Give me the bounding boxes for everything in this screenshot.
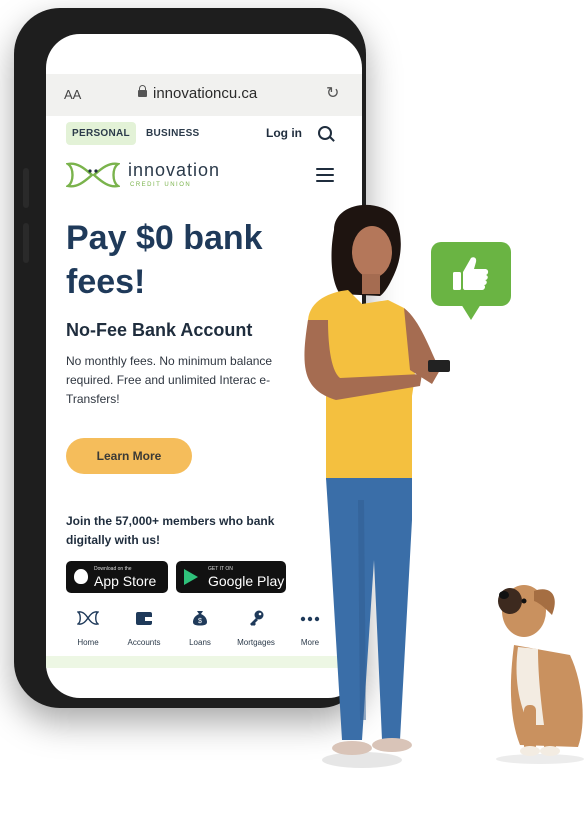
nav-item-loans[interactable]: $ Loans: [172, 610, 228, 650]
google-play-icon: [184, 569, 198, 585]
site-header: innovation CREDIT UNION: [46, 156, 362, 200]
app-store-small-text: Download on the: [94, 566, 132, 572]
browser-url-bar[interactable]: AA innovationcu.ca ↻: [46, 74, 362, 116]
apple-icon: [74, 569, 88, 584]
learn-more-button[interactable]: Learn More: [66, 438, 192, 474]
puppy-illustration: [496, 585, 584, 764]
wallet-icon: [136, 612, 152, 625]
lock-icon: [138, 85, 147, 97]
logo-wordmark: innovation: [128, 160, 221, 180]
google-play-small-text: GET IT ON: [208, 566, 233, 572]
app-store-badge[interactable]: Download on the App Store: [66, 561, 168, 593]
logo-tagline: CREDIT UNION: [130, 182, 192, 188]
money-bag-icon: $: [193, 611, 207, 626]
text-size-button[interactable]: AA: [64, 87, 81, 102]
tab-personal[interactable]: PERSONAL: [66, 122, 136, 145]
butterfly-icon: [77, 611, 99, 625]
nav-item-accounts[interactable]: Accounts: [116, 610, 172, 650]
hero-subtitle: No-Fee Bank Account: [66, 320, 253, 340]
butterfly-logo-icon[interactable]: [66, 160, 120, 190]
reload-icon[interactable]: ↻: [326, 83, 339, 103]
tab-business[interactable]: BUSINESS: [146, 128, 200, 139]
google-play-label: Google Play: [208, 573, 285, 589]
key-icon: [250, 610, 264, 626]
search-icon[interactable]: [318, 126, 332, 140]
nav-label: Mortgages: [237, 638, 275, 647]
join-text: Join the 57,000+ members who bank digita…: [66, 514, 275, 547]
nav-item-home[interactable]: Home: [60, 610, 116, 650]
nav-item-mortgages[interactable]: Mortgages: [228, 610, 284, 650]
nav-label: Home: [77, 638, 99, 647]
phone-side-button: [23, 223, 29, 263]
woman-with-phone-illustration: [304, 204, 450, 768]
nav-label: Loans: [189, 638, 211, 647]
google-play-badge[interactable]: GET IT ON Google Play: [176, 561, 286, 593]
app-store-label: App Store: [94, 573, 157, 589]
login-link[interactable]: Log in: [266, 126, 302, 140]
top-navigation: PERSONAL BUSINESS Log in: [46, 116, 362, 156]
url-text: innovationcu.ca: [153, 85, 258, 102]
phone-side-button: [23, 168, 29, 208]
address-field[interactable]: innovationcu.ca: [138, 85, 257, 102]
menu-icon[interactable]: [316, 168, 334, 182]
hero-description: No monthly fees. No minimum balance requ…: [66, 354, 273, 406]
svg-text:$: $: [198, 618, 202, 625]
nav-label: Accounts: [127, 638, 161, 647]
